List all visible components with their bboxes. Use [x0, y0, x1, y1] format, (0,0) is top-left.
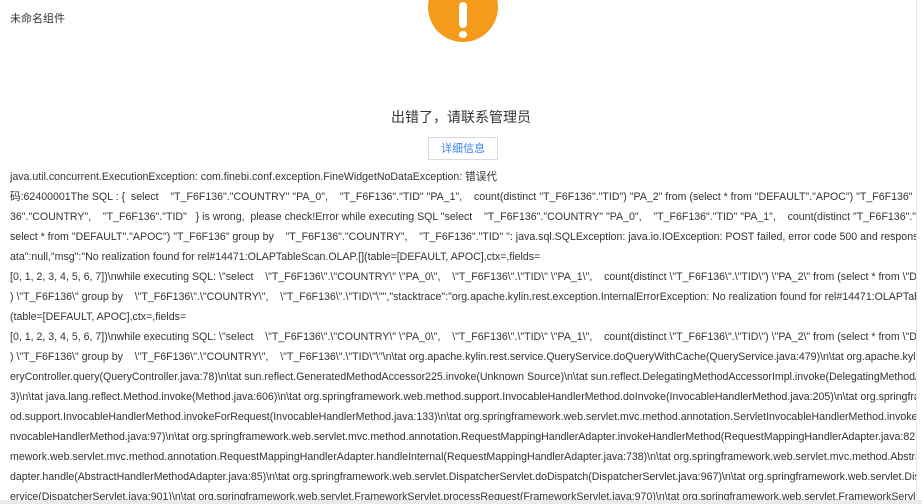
error-log-line: select * from "DEFAULT"."APOC") "T_F6F13…: [10, 231, 917, 243]
error-log-line: nvocableHandlerMethod.java:97)\n\tat org…: [10, 431, 917, 443]
widget-container: 未命名组件 出错了，请联系管理员 详细信息 java.util.concurre…: [0, 0, 917, 500]
error-log-line: mework.web.servlet.mvc.method.annotation…: [10, 451, 917, 463]
error-message: 出错了，请联系管理员: [391, 109, 531, 125]
error-log-line: ) \"T_F6F136\" group by \"T_F6F136\".\"C…: [10, 351, 917, 363]
error-log-line: (table=[DEFAULT, APOC],ctx=,fields=: [10, 311, 187, 323]
error-log-line: dapter.handle(AbstractHandlerMethodAdapt…: [10, 471, 917, 483]
error-log-line: ata":null,"msg":"No realization found fo…: [10, 251, 541, 263]
error-log-line: ervice(DispatcherServlet.java:901)\n\tat…: [10, 491, 917, 500]
exclamation-bar: [459, 2, 467, 28]
error-log-line: 码:62400001The SQL : { select "T_F6F136".…: [10, 191, 917, 203]
error-log-line: 3)\n\tat java.lang.reflect.Method.invoke…: [10, 391, 917, 403]
error-log-line: ) \"T_F6F136\" group by \"T_F6F136\".\"C…: [10, 291, 917, 303]
error-log-line: [0, 1, 2, 3, 4, 5, 6, 7])\nwhile executi…: [10, 331, 917, 343]
horizontal-scrollbar[interactable]: [0, 500, 922, 504]
detail-info-button[interactable]: 详细信息: [428, 137, 498, 160]
error-detail-log: java.util.concurrent.ExecutionException:…: [10, 167, 917, 500]
error-log-line: eryController.query(QueryController.java…: [10, 371, 917, 383]
widget-title: 未命名组件: [10, 13, 65, 25]
error-log-line: od.support.InvocableHandlerMethod.invoke…: [10, 411, 917, 423]
error-log-line: [0, 1, 2, 3, 4, 5, 6, 7])\nwhile executi…: [10, 271, 917, 283]
error-log-line: 36"."COUNTRY", "T_F6F136"."TID" } is wro…: [10, 211, 917, 223]
error-log-line: java.util.concurrent.ExecutionException:…: [10, 171, 497, 183]
exclamation-circle-icon: [428, 0, 498, 42]
exclamation-dot: [459, 31, 467, 38]
